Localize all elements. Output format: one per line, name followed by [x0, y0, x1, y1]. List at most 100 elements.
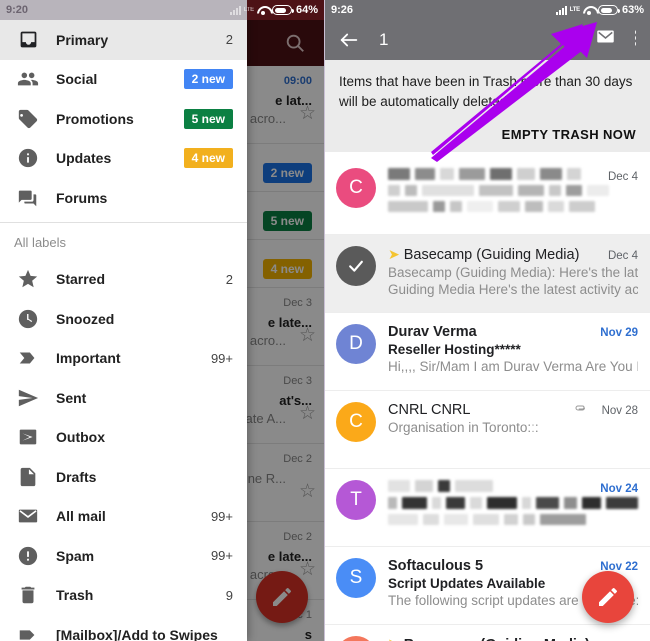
list-item-snippet: Guiding Media Here's the latest activity… — [388, 282, 638, 297]
status-bar-time: 9:26 — [331, 4, 354, 16]
navigation-drawer: Primary 2 Social 2 new Promotions 5 new … — [0, 0, 247, 641]
right-status-bar: 9:26 LTE 63% — [325, 0, 650, 20]
list-item-date: Dec 4 — [607, 250, 638, 262]
battery-icon — [271, 5, 294, 15]
clock-icon — [0, 308, 56, 330]
right-screen: 1 Items that have been in Trash more tha… — [325, 0, 650, 641]
list-item[interactable]: ➤ Basecamp (Guiding Media) Dec 4 Basecamp… — [325, 235, 650, 313]
drawer-item-count: 2 — [225, 271, 233, 287]
drawer-item-label: Snoozed — [56, 310, 115, 327]
info-icon — [0, 147, 56, 169]
drawer-item-count: 99+ — [210, 350, 233, 366]
list-item-sender: Softaculous 5 — [388, 558, 484, 574]
status-bar-icons: LTE — [555, 5, 620, 15]
redacted-snippet — [388, 514, 638, 525]
trash-icon — [0, 584, 56, 606]
compose-fab[interactable] — [582, 571, 634, 623]
drawer-item-count: 99+ — [210, 508, 233, 524]
arrow-back-icon[interactable] — [337, 28, 361, 52]
drawer-item-all-mail[interactable]: All mail 99+ — [0, 497, 247, 537]
avatar-selected-check[interactable] — [336, 246, 376, 286]
avatar: S — [336, 558, 376, 598]
forum-icon — [0, 187, 56, 209]
list-item[interactable]: C Dec 4 — [325, 157, 650, 235]
list-item-date: Dec 4 — [607, 171, 638, 183]
label-tag-icon: ➤ — [388, 636, 400, 641]
avatar: B — [336, 636, 376, 641]
list-item-sender: Durav Verma — [388, 324, 477, 340]
left-screen: 09:00 e lat... ty acro... ☆ 2 new 5 new … — [0, 0, 325, 641]
drawer-item-drafts[interactable]: Drafts — [0, 457, 247, 497]
list-item-subject: Reseller Hosting***** — [388, 342, 521, 357]
battery-icon — [597, 5, 620, 15]
lte-icon: LTE — [569, 7, 581, 13]
list-item[interactable]: T Nov 24 — [325, 469, 650, 547]
signal-icon — [555, 5, 567, 15]
drawer-item-label: Social — [56, 71, 98, 88]
wifi-icon — [257, 6, 269, 15]
drawer-item-label: Promotions — [56, 110, 134, 127]
drawer-item-starred[interactable]: Starred 2 — [0, 260, 247, 300]
battery-percent: 64% — [295, 4, 318, 16]
drawer-item-mailbox-add-to-swipes[interactable]: [Mailbox]/Add to Swipes — [0, 615, 247, 641]
drawer-item-label: Drafts — [56, 468, 97, 485]
envelope-icon[interactable] — [594, 29, 617, 52]
list-item-date: Nov 24 — [600, 483, 638, 495]
drawer-item-label: Starred — [56, 271, 106, 288]
drawer-item-label: Sent — [56, 389, 87, 406]
list-item[interactable]: D Durav Verma Nov 29 Reseller Hosting***… — [325, 313, 650, 391]
drawer-item-sent[interactable]: Sent — [0, 378, 247, 418]
drawer-item-primary[interactable]: Primary 2 — [0, 20, 247, 60]
wifi-icon — [583, 6, 595, 15]
empty-trash-now-button[interactable]: EMPTY TRASH NOW — [339, 127, 636, 142]
drawer-item-badge: 5 new — [183, 108, 233, 129]
drawer-item-updates[interactable]: Updates 4 new — [0, 139, 247, 179]
drawer-item-label: Forums — [56, 189, 108, 206]
trash-message-list: C Dec 4 ➤ Basecamp (Guiding Media) Dec 4… — [325, 157, 650, 641]
redacted-subject — [388, 497, 639, 509]
list-item-subject: Basecamp (Guiding Media): Here's the lat… — [388, 265, 638, 280]
status-bar-icons: LTE — [229, 5, 294, 15]
send-icon — [0, 387, 56, 409]
drawer-item-label: Important — [56, 350, 121, 367]
more-vert-icon[interactable] — [633, 28, 638, 53]
drawer-item-promotions[interactable]: Promotions 5 new — [0, 99, 247, 139]
screenshot-root: 09:00 e lat... ty acro... ☆ 2 new 5 new … — [0, 0, 650, 641]
avatar: D — [336, 324, 376, 364]
drawer-item-trash[interactable]: Trash 9 — [0, 576, 247, 616]
drawer-item-label: Trash — [56, 587, 94, 604]
drawer-item-social[interactable]: Social 2 new — [0, 60, 247, 100]
left-status-bar: 9:20 LTE 64% — [0, 0, 324, 20]
drawer-item-label: Primary — [56, 31, 109, 48]
drawer-item-outbox[interactable]: Outbox — [0, 418, 247, 458]
list-item-sender: CNRL CNRL — [388, 402, 471, 418]
drawer-item-label: [Mailbox]/Add to Swipes — [56, 626, 218, 641]
avatar: C — [336, 402, 376, 442]
list-item-sender: ➤Basecamp (Guiding Media) — [388, 246, 580, 263]
drawer-item-spam[interactable]: Spam 99+ — [0, 536, 247, 576]
drawer-item-important[interactable]: Important 99+ — [0, 339, 247, 379]
list-item[interactable]: B ➤Basecamp (Guiding Media) Basecamp (Gu… — [325, 625, 650, 641]
redacted-snippet — [388, 201, 638, 212]
drawer-item-label: Updates — [56, 150, 112, 167]
important-icon — [0, 347, 56, 369]
drawer-item-label: All mail — [56, 508, 106, 525]
drawer-item-count: 9 — [225, 587, 233, 603]
selection-count-title: 1 — [379, 30, 389, 49]
list-item[interactable]: C CNRL CNRL Nov 28 Organisation in Toron… — [325, 391, 650, 469]
trash-app-bar: 1 — [325, 20, 650, 60]
people-icon — [0, 68, 56, 90]
draft-icon — [0, 466, 56, 488]
drawer-item-snoozed[interactable]: Snoozed — [0, 299, 247, 339]
star-icon — [0, 268, 56, 290]
label-icon — [0, 624, 56, 641]
list-item-date: Nov 28 — [601, 405, 638, 417]
attachment-icon — [573, 402, 588, 417]
label-tag-icon: ➤ — [388, 246, 400, 262]
trash-retention-banner: Items that have been in Trash more than … — [325, 60, 650, 153]
drawer-item-badge: 2 new — [183, 69, 233, 90]
drawer-item-badge: 4 new — [183, 148, 233, 169]
redacted-subject — [388, 185, 638, 196]
drawer-item-forums[interactable]: Forums — [0, 178, 247, 218]
avatar: C — [336, 168, 376, 208]
